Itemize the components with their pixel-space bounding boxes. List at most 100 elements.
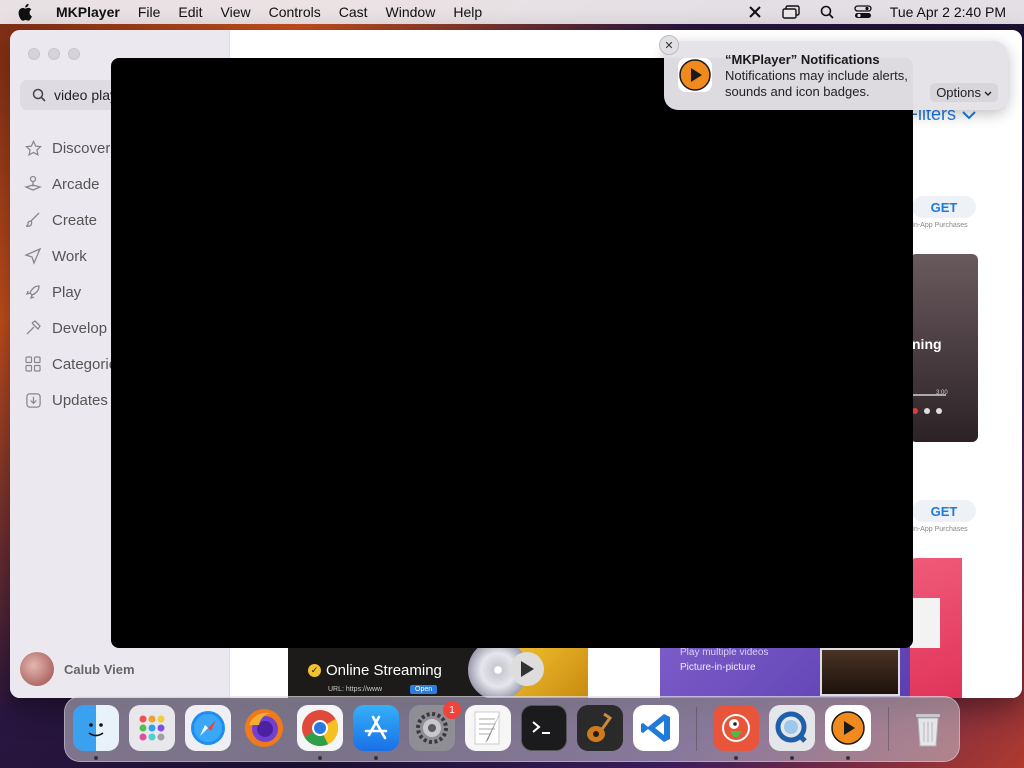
card-title: ✓ Online Streaming bbox=[308, 662, 442, 679]
user-name: Calub Viem bbox=[64, 661, 135, 677]
promo-controls bbox=[912, 408, 942, 414]
apple-logo-icon[interactable] bbox=[18, 3, 36, 21]
close-notification-button[interactable]: ✕ bbox=[659, 35, 679, 55]
grid-icon bbox=[24, 355, 42, 373]
running-indicator bbox=[790, 756, 794, 760]
sidebar-item-label: Develop bbox=[52, 319, 108, 337]
sidebar-item-label: Arcade bbox=[52, 175, 100, 193]
sidebar-item-label: Create bbox=[52, 211, 98, 229]
menu-edit[interactable]: Edit bbox=[178, 4, 202, 20]
screen-mirror-icon[interactable] bbox=[782, 3, 800, 21]
dock-separator bbox=[888, 707, 889, 751]
card-line-2: Picture-in-picture bbox=[680, 662, 756, 673]
notification-badge: 1 bbox=[443, 701, 461, 719]
download-icon bbox=[24, 391, 42, 409]
system-settings-icon[interactable]: 1 bbox=[409, 701, 461, 751]
card-line-1: Play multiple videos bbox=[680, 647, 769, 658]
menu-bar: MKPlayer File Edit View Controls Cast Wi… bbox=[0, 0, 1024, 24]
card-thumbnail bbox=[910, 598, 940, 648]
user-profile[interactable]: Calub Viem bbox=[20, 652, 135, 686]
sidebar-nav: Discover Arcade Create Work Play Develop bbox=[24, 130, 125, 418]
sidebar-item-discover[interactable]: Discover bbox=[24, 130, 125, 166]
menu-app-name[interactable]: MKPlayer bbox=[56, 4, 120, 20]
get-button[interactable]: GET bbox=[912, 196, 976, 218]
menu-window[interactable]: Window bbox=[386, 4, 436, 20]
get-button[interactable]: GET bbox=[912, 500, 976, 522]
sidebar-item-arcade[interactable]: Arcade bbox=[24, 166, 125, 202]
minimize-window-button[interactable] bbox=[48, 48, 60, 60]
paperplane-icon bbox=[24, 247, 42, 265]
search-input-value[interactable]: video play bbox=[54, 87, 117, 103]
running-indicator bbox=[374, 756, 378, 760]
quicktime-icon[interactable] bbox=[769, 705, 815, 751]
promo-time: 3:00 bbox=[936, 390, 948, 396]
play-icon bbox=[510, 652, 544, 686]
sidebar-item-label: Work bbox=[52, 247, 87, 265]
sidebar-item-create[interactable]: Create bbox=[24, 202, 125, 238]
running-indicator bbox=[318, 756, 322, 760]
notification-title: “MKPlayer” Notifications bbox=[725, 52, 880, 67]
running-indicator bbox=[734, 756, 738, 760]
star-icon bbox=[24, 139, 42, 157]
chevron-down-icon bbox=[984, 85, 992, 100]
sidebar-item-label: Updates bbox=[52, 391, 108, 409]
picture-in-picture-card[interactable]: Play multiple videos Picture-in-picture bbox=[660, 640, 910, 698]
options-button[interactable]: Options bbox=[930, 83, 998, 102]
open-button[interactable]: Open bbox=[410, 685, 438, 694]
search-icon bbox=[32, 88, 46, 102]
zoom-window-button[interactable] bbox=[68, 48, 80, 60]
trash-icon[interactable] bbox=[905, 705, 951, 751]
sidebar-item-updates[interactable]: Updates bbox=[24, 382, 125, 418]
in-app-purchases-label: In-App Purchases bbox=[912, 526, 968, 533]
rocket-icon bbox=[24, 283, 42, 301]
menu-controls[interactable]: Controls bbox=[269, 4, 321, 20]
sidebar-item-develop[interactable]: Develop bbox=[24, 310, 125, 346]
control-center-icon[interactable] bbox=[854, 3, 872, 21]
safari-icon[interactable] bbox=[185, 705, 231, 751]
terminal-icon[interactable] bbox=[521, 705, 567, 751]
firefox-icon[interactable] bbox=[241, 705, 287, 751]
card-thumbnail bbox=[820, 648, 900, 696]
joystick-icon bbox=[24, 175, 42, 193]
window-controls bbox=[28, 48, 80, 60]
sidebar-item-label: Discover bbox=[52, 139, 111, 157]
promo-text: ning bbox=[912, 336, 942, 352]
app-store-icon[interactable] bbox=[353, 705, 399, 751]
menu-view[interactable]: View bbox=[221, 4, 251, 20]
search-icon[interactable] bbox=[818, 3, 836, 21]
mkplayer-app-icon bbox=[678, 58, 712, 92]
notification-banner[interactable]: ✕ “MKPlayer” Notifications Notifications… bbox=[659, 35, 1008, 110]
mkplayer-video-window[interactable] bbox=[111, 58, 913, 648]
chrome-icon[interactable] bbox=[297, 705, 343, 751]
online-streaming-card[interactable]: ✓ Online Streaming URL: https://www Open bbox=[288, 640, 588, 698]
running-indicator bbox=[846, 756, 850, 760]
duckduckgo-icon[interactable] bbox=[713, 705, 759, 751]
finder-icon[interactable] bbox=[73, 705, 119, 751]
menu-file[interactable]: File bbox=[138, 4, 161, 20]
options-label: Options bbox=[936, 85, 981, 100]
dock: 1 bbox=[64, 696, 960, 762]
dock-separator bbox=[696, 707, 697, 751]
scissors-icon[interactable] bbox=[746, 3, 764, 21]
close-window-button[interactable] bbox=[28, 48, 40, 60]
menu-cast[interactable]: Cast bbox=[339, 4, 368, 20]
vscode-icon[interactable] bbox=[633, 705, 679, 751]
hammer-icon bbox=[24, 319, 42, 337]
textedit-icon[interactable] bbox=[465, 705, 511, 751]
sidebar-item-work[interactable]: Work bbox=[24, 238, 125, 274]
menu-clock[interactable]: Tue Apr 2 2:40 PM bbox=[890, 4, 1006, 20]
promo-card[interactable]: ning 3:00 bbox=[910, 254, 978, 442]
in-app-purchases-label: In-App Purchases bbox=[912, 222, 968, 229]
pink-promo-card[interactable] bbox=[910, 558, 962, 698]
card-url: URL: https://www bbox=[328, 686, 383, 693]
card-title-text: Online Streaming bbox=[326, 662, 442, 679]
mkplayer-icon[interactable] bbox=[825, 705, 871, 751]
sidebar-item-categories[interactable]: Categories bbox=[24, 346, 125, 382]
sidebar-item-play[interactable]: Play bbox=[24, 274, 125, 310]
notification-body: Notifications may include alerts, sounds… bbox=[725, 68, 908, 99]
running-indicator bbox=[94, 756, 98, 760]
garageband-icon[interactable] bbox=[577, 705, 623, 751]
launchpad-icon[interactable] bbox=[129, 705, 175, 751]
menu-help[interactable]: Help bbox=[453, 4, 482, 20]
check-icon: ✓ bbox=[308, 664, 321, 677]
